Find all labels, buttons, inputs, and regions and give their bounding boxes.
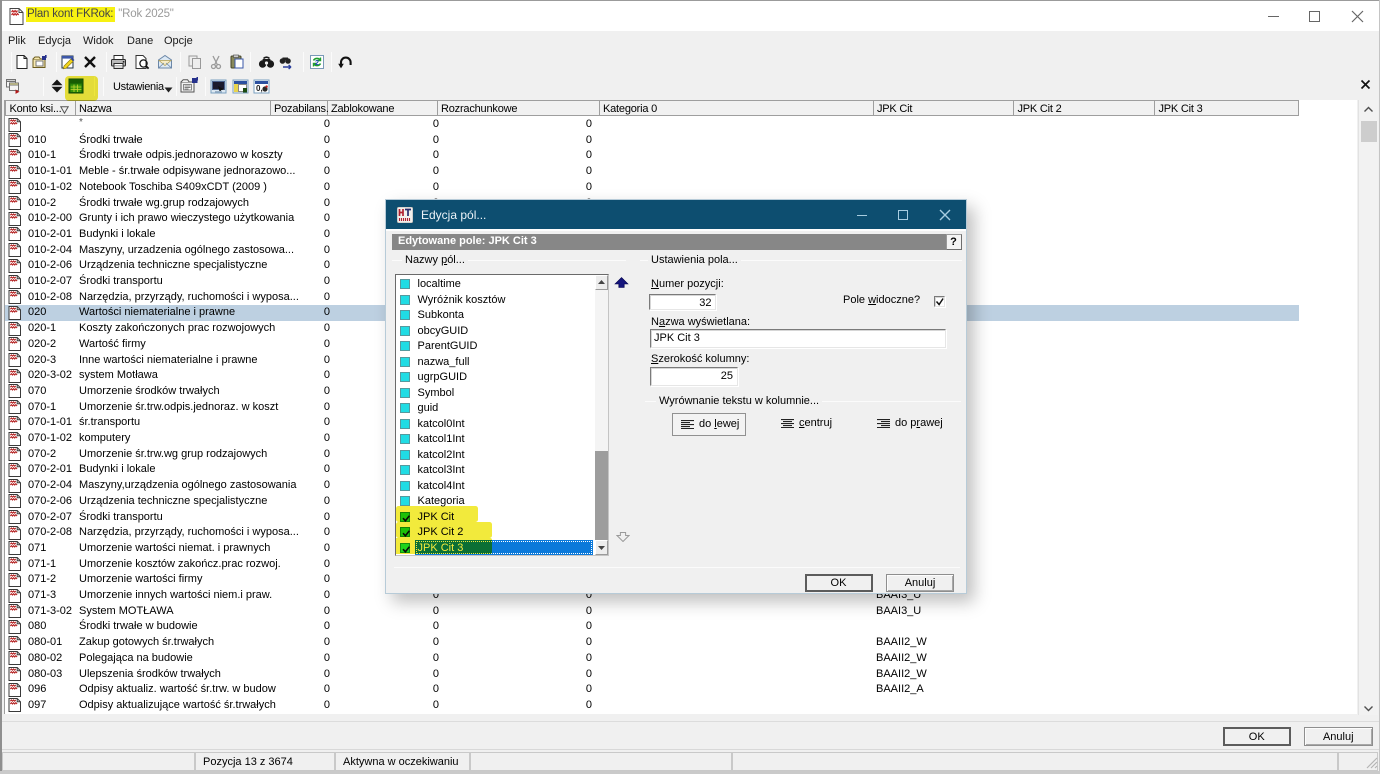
svg-text:0,: 0,	[256, 84, 263, 93]
svg-text:2: 2	[315, 60, 319, 67]
